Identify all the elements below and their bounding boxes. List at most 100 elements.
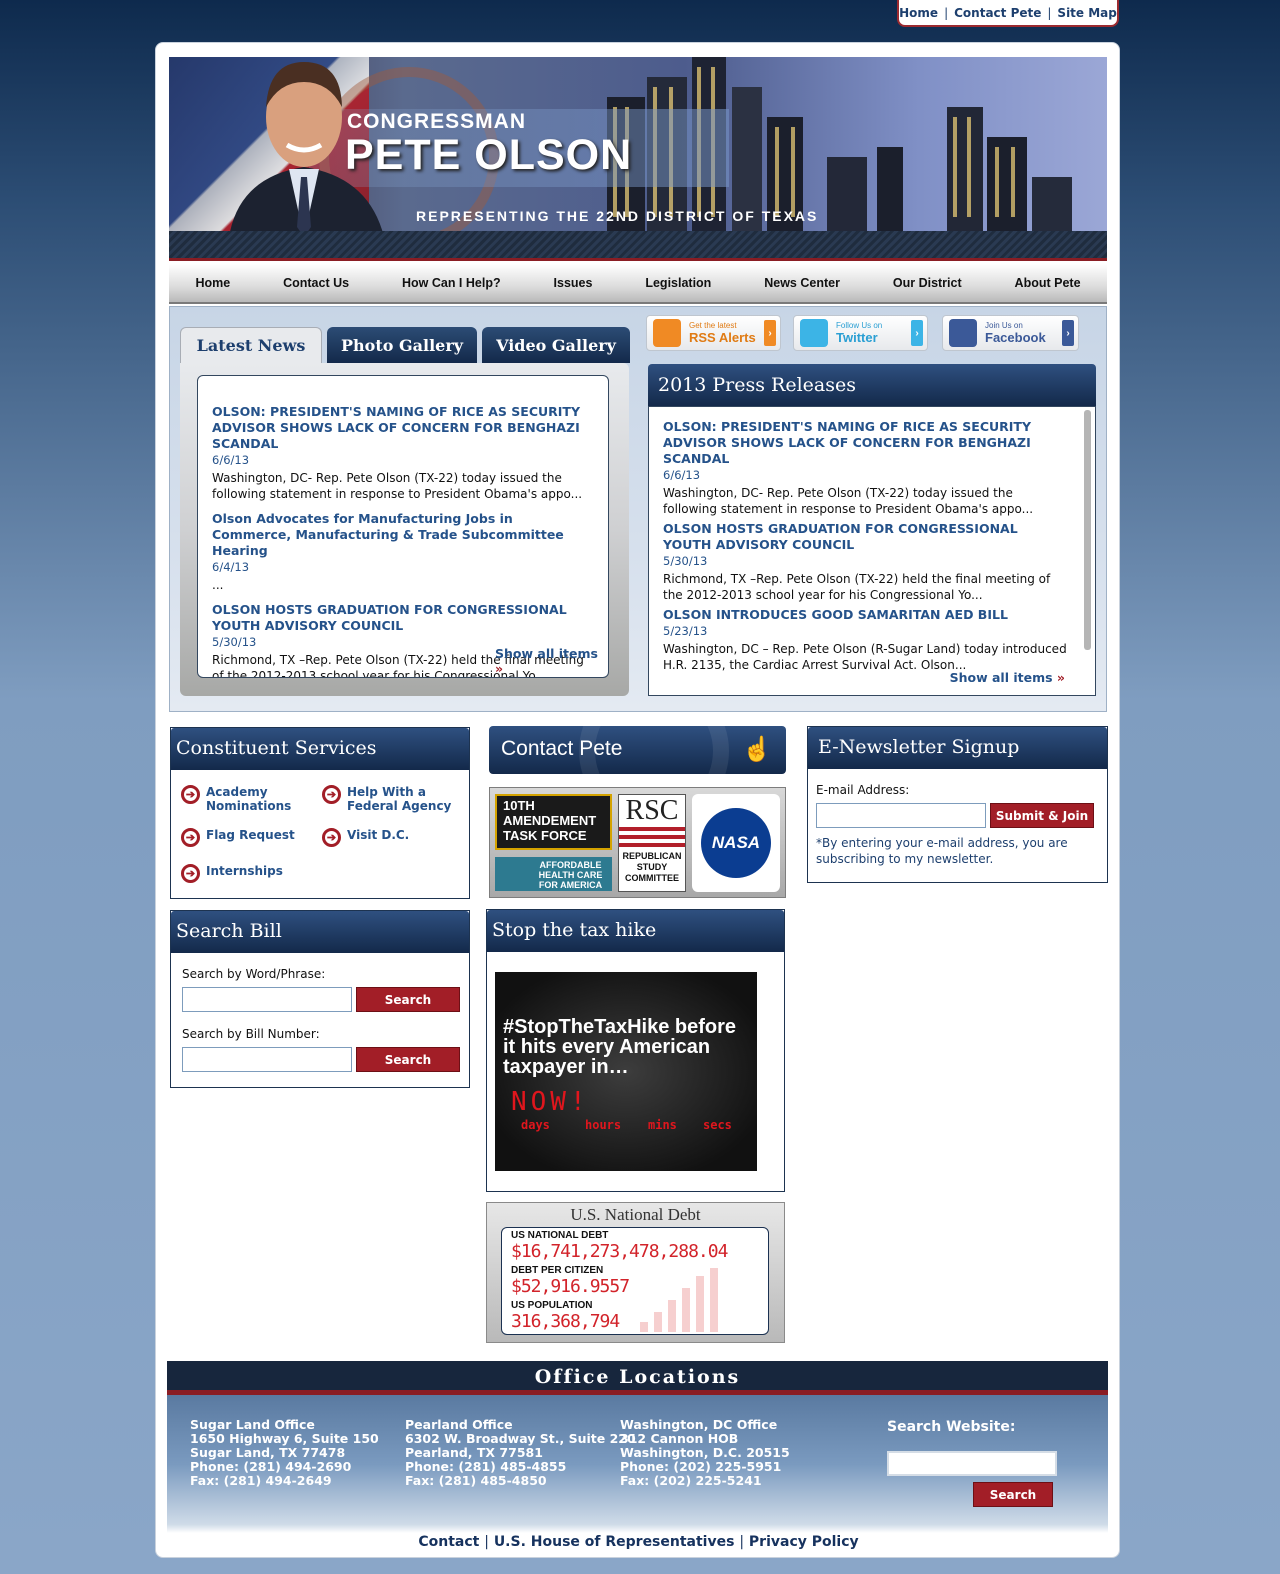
- rsc-sub-label: REPUBLICAN STUDY COMMITTEE: [622, 851, 682, 883]
- office-name: Sugar Land Office: [190, 1417, 315, 1432]
- stop-tax-hike-title: Stop the tax hike: [487, 910, 784, 952]
- twitter-text: Follow Us on Twitter: [836, 321, 882, 345]
- constituent-services-panel: Constituent Services ➔ Academy Nominatio…: [170, 727, 470, 899]
- nasa-logo[interactable]: NASA: [692, 794, 780, 892]
- nav-contact-us[interactable]: Contact Us: [283, 276, 349, 290]
- nav-home[interactable]: Home: [195, 276, 230, 290]
- email-field[interactable]: [816, 803, 986, 828]
- rss-label: RSS Alerts: [689, 330, 756, 345]
- news-summary: Washington, DC- Rep. Pete Olson (TX-22) …: [212, 471, 583, 501]
- debt-value: $16,741,273,478,288.04: [511, 1241, 728, 1262]
- util-contact-link[interactable]: Contact Pete: [954, 6, 1041, 20]
- press-summary: Washington, DC- Rep. Pete Olson (TX-22) …: [663, 486, 1034, 516]
- submit-join-button[interactable]: Submit & Join: [990, 803, 1094, 828]
- util-sitemap-link[interactable]: Site Map: [1057, 6, 1116, 20]
- press-title-link[interactable]: OLSON INTRODUCES GOOD SAMARITAN AED BILL: [663, 607, 1067, 623]
- arrow-right-icon: ›: [911, 320, 923, 346]
- press-summary: Richmond, TX –Rep. Pete Olson (TX-22) he…: [663, 572, 1051, 602]
- nav-about-pete[interactable]: About Pete: [1015, 276, 1081, 290]
- raquo-icon: »: [1056, 670, 1065, 685]
- cs-label: Visit D.C.: [347, 828, 410, 842]
- office-city: Sugar Land, TX 77478: [190, 1445, 346, 1460]
- main-nav: Home Contact Us How Can I Help? Issues L…: [169, 264, 1107, 304]
- nav-how-can-i-help[interactable]: How Can I Help?: [402, 276, 501, 290]
- decorative-ring: [579, 726, 729, 774]
- list-item: Olson Advocates for Manufacturing Jobs i…: [212, 511, 594, 593]
- affordable-health-care-logo[interactable]: AFFORDABLE HEALTH CARE FOR AMERICA: [495, 857, 612, 891]
- office-address: 6302 W. Broadway St., Suite 220: [405, 1431, 636, 1446]
- pearland-office: Pearland Office 6302 W. Broadway St., Su…: [405, 1418, 636, 1488]
- tax-hike-text: #StopTheTaxHike before it hits every Ame…: [503, 1016, 737, 1078]
- arrow-circle-icon: ➔: [181, 785, 200, 804]
- list-item: OLSON HOSTS GRADUATION FOR CONGRESSIONAL…: [663, 521, 1067, 603]
- bill-number-search-button[interactable]: Search: [356, 1047, 460, 1072]
- tab-photo-gallery[interactable]: Photo Gallery: [327, 327, 478, 363]
- nav-issues[interactable]: Issues: [554, 276, 593, 290]
- unit-secs: secs: [703, 1118, 732, 1132]
- search-website-label: Search Website:: [887, 1419, 1016, 1435]
- unit-mins: mins: [648, 1118, 677, 1132]
- office-locations-title: Office Locations: [167, 1361, 1108, 1395]
- nav-our-district[interactable]: Our District: [893, 276, 962, 290]
- rss-button[interactable]: Get the latest RSS Alerts ›: [646, 315, 781, 351]
- tenth-amendment-logo[interactable]: 10TH AMENDEMENT TASK FORCE: [495, 794, 612, 850]
- site-search-input[interactable]: [887, 1451, 1057, 1476]
- office-phone: Phone: (281) 485-4855: [405, 1459, 567, 1474]
- unit-days: days: [521, 1118, 550, 1132]
- newsletter-note: *By entering your e-mail address, you ar…: [816, 836, 1068, 866]
- federal-agency-help-link[interactable]: ➔ Help With a Federal Agency: [322, 785, 457, 813]
- press-title-link[interactable]: OLSON HOSTS GRADUATION FOR CONGRESSIONAL…: [663, 521, 1067, 553]
- tax-hike-video[interactable]: #StopTheTaxHike before it hits every Ame…: [495, 972, 757, 1171]
- washington-office: Washington, DC Office 312 Cannon HOB Was…: [620, 1418, 790, 1488]
- tab-video-gallery[interactable]: Video Gallery: [482, 327, 630, 363]
- flag-stripes-icon: [619, 827, 685, 849]
- util-home-link[interactable]: Home: [899, 6, 938, 20]
- press-title-link[interactable]: OLSON: PRESIDENT'S NAMING OF RICE AS SEC…: [663, 419, 1067, 467]
- show-all-press-link[interactable]: Show all items »: [950, 670, 1065, 685]
- debt-title: U.S. National Debt: [570, 1205, 701, 1224]
- bill-number-input[interactable]: [182, 1047, 352, 1072]
- show-all-news-link[interactable]: Show all items »: [495, 646, 608, 676]
- site-search-button[interactable]: Search: [973, 1482, 1053, 1507]
- word-search-input[interactable]: [182, 987, 352, 1012]
- national-debt-widget[interactable]: U.S. National Debt US NATIONAL DEBT $16,…: [486, 1202, 785, 1343]
- separator: |: [739, 1534, 745, 1550]
- news-title-link[interactable]: OLSON HOSTS GRADUATION FOR CONGRESSIONAL…: [212, 602, 594, 634]
- office-city: Pearland, TX 77581: [405, 1445, 543, 1460]
- arrow-circle-icon: ➔: [181, 864, 200, 883]
- footer-links: Contact | U.S. House of Representatives …: [156, 1534, 1121, 1550]
- nav-legislation[interactable]: Legislation: [645, 276, 711, 290]
- flag-request-link[interactable]: ➔ Flag Request: [181, 828, 295, 847]
- contact-pete-button[interactable]: Contact Pete ☝: [489, 726, 786, 774]
- now-counter: NOW!: [511, 1087, 590, 1117]
- nav-news-center[interactable]: News Center: [764, 276, 840, 290]
- office-phone: Phone: (281) 494-2690: [190, 1459, 352, 1474]
- press-date: 5/30/13: [663, 554, 708, 568]
- press-scrollbar[interactable]: [1084, 410, 1091, 650]
- news-title-link[interactable]: Olson Advocates for Manufacturing Jobs i…: [212, 511, 594, 559]
- internships-link[interactable]: ➔ Internships: [181, 864, 283, 883]
- twitter-button[interactable]: Follow Us on Twitter ›: [793, 315, 928, 351]
- tab-latest-news[interactable]: Latest News: [180, 327, 322, 363]
- top-content-area: Latest News Photo Gallery Video Gallery …: [169, 306, 1107, 712]
- facebook-text: Join Us on Facebook: [985, 321, 1046, 345]
- header-stripe: [169, 231, 1107, 261]
- rsc-logo[interactable]: RSC REPUBLICAN STUDY COMMITTEE: [618, 794, 686, 892]
- visit-dc-link[interactable]: ➔ Visit D.C.: [322, 828, 409, 847]
- footer-contact-link[interactable]: Contact: [418, 1534, 479, 1550]
- news-date: 6/6/13: [212, 453, 250, 467]
- academy-nominations-link[interactable]: ➔ Academy Nominations: [181, 785, 296, 813]
- press-summary: Washington, DC – Rep. Pete Olson (R-Suga…: [663, 642, 1067, 672]
- newsletter-title: E-Newsletter Signup: [808, 727, 1107, 769]
- latest-news-list: OLSON: PRESIDENT'S NAMING OF RICE AS SEC…: [197, 375, 609, 678]
- newsletter-panel: E-Newsletter Signup E-mail Address: Subm…: [807, 726, 1108, 883]
- footer-privacy-link[interactable]: Privacy Policy: [749, 1534, 859, 1550]
- facebook-button[interactable]: Join Us on Facebook ›: [942, 315, 1079, 351]
- unit-hours: hours: [585, 1118, 622, 1132]
- footer-house-link[interactable]: U.S. House of Representatives: [494, 1534, 735, 1550]
- news-title-link[interactable]: OLSON: PRESIDENT'S NAMING OF RICE AS SEC…: [212, 404, 594, 452]
- debt-label: US NATIONAL DEBT: [511, 1230, 609, 1241]
- word-search-button[interactable]: Search: [356, 987, 460, 1012]
- debt-counter-box: US NATIONAL DEBT $16,741,273,478,288.04 …: [501, 1227, 769, 1335]
- cs-label: Academy Nominations: [206, 785, 292, 813]
